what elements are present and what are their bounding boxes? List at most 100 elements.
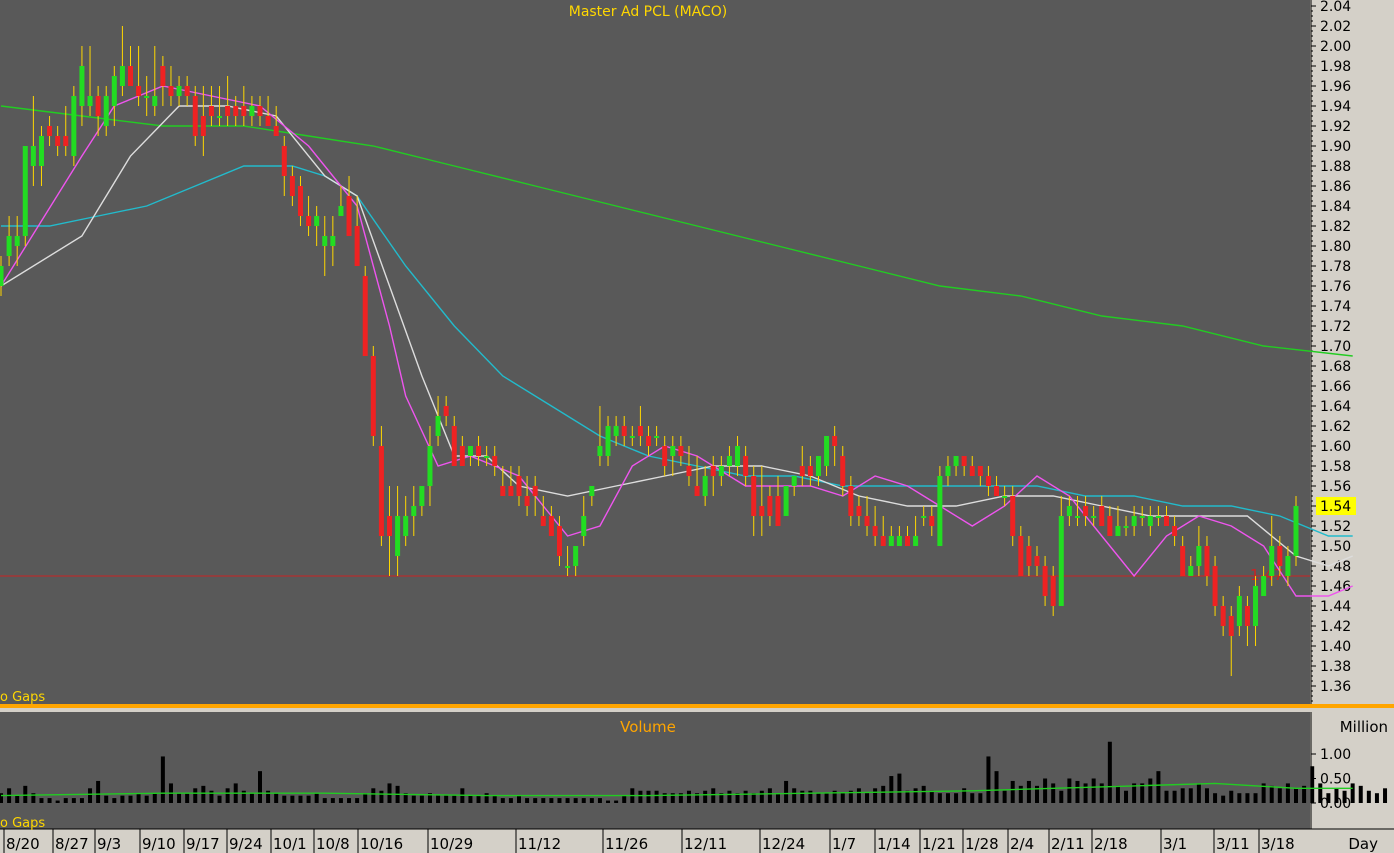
candle-body — [694, 486, 700, 496]
volume-bar — [104, 795, 109, 803]
volume-bar — [274, 793, 279, 803]
x-tick-label: 12/24 — [762, 835, 805, 853]
panel-divider[interactable] — [0, 704, 1394, 708]
volume-bar — [727, 790, 732, 803]
candle-body — [1042, 566, 1048, 596]
candle-body — [47, 126, 53, 136]
candle-body — [30, 146, 36, 166]
volume-bar — [589, 798, 594, 803]
volume-bar — [784, 780, 789, 803]
price-tick-label: 1.62 — [1320, 419, 1351, 435]
candle-body — [63, 136, 69, 146]
volume-bar — [55, 800, 60, 803]
candle-body — [913, 536, 919, 546]
volume-bar — [282, 795, 287, 803]
volume-bar — [614, 800, 619, 803]
candle-body — [289, 176, 295, 196]
candle-body — [14, 236, 20, 246]
candle-body — [1107, 516, 1113, 536]
candle[interactable] — [783, 486, 789, 516]
volume-bar — [452, 795, 457, 803]
candle-body — [257, 106, 263, 116]
candle-body — [856, 506, 862, 516]
candle-body — [686, 466, 692, 476]
volume-bar — [792, 788, 797, 803]
candle[interactable] — [71, 86, 77, 166]
x-tick-label: 11/12 — [518, 835, 561, 853]
volume-bar — [1326, 793, 1331, 803]
price-tick-label: 1.48 — [1320, 559, 1351, 575]
volume-bar — [1350, 783, 1355, 803]
candle-body — [1204, 546, 1210, 576]
candle-body — [702, 476, 708, 496]
x-tick-label: 1/14 — [877, 835, 911, 853]
price-tick-label: 1.94 — [1320, 99, 1351, 115]
price-tick-label: 1.72 — [1320, 319, 1351, 335]
candle-body — [621, 426, 627, 436]
candle-body — [241, 106, 247, 116]
candle[interactable] — [362, 266, 368, 356]
candle-body — [994, 486, 1000, 496]
volume-bar — [63, 798, 68, 803]
volume-bar — [1358, 785, 1363, 803]
candle-body — [516, 476, 522, 496]
candle-body — [55, 136, 61, 146]
price-tick-label: 1.44 — [1320, 599, 1351, 615]
candle-body — [767, 496, 773, 516]
volume-bar — [1294, 788, 1298, 803]
price-tick-label: 1.84 — [1320, 199, 1351, 215]
candlestick-chart[interactable]: 2.04 2.02 2.00 1.98 1.96 1.94 1.92 1.90 1.88 1.86… — [0, 0, 1394, 853]
volume-bar — [541, 798, 546, 803]
volume-bar — [1374, 793, 1379, 803]
candle-body — [225, 106, 231, 116]
volume-bar — [549, 798, 554, 803]
candle-body — [476, 446, 482, 456]
x-tick-label: 2/18 — [1094, 835, 1128, 853]
price-tick-label: 1.52 — [1320, 519, 1351, 535]
volume-bar — [1083, 783, 1088, 803]
volume-bar — [873, 788, 878, 803]
price-tick-label: 1.64 — [1320, 399, 1351, 415]
volume-bar — [152, 793, 157, 803]
candle-body — [848, 486, 854, 516]
volume-bar — [1002, 790, 1007, 803]
candle-body — [322, 236, 328, 246]
candle[interactable] — [1293, 496, 1299, 566]
candle-body — [103, 96, 109, 126]
volume-bar — [47, 798, 52, 803]
candle-body — [678, 446, 684, 456]
volume-bar — [856, 788, 861, 803]
volume-bar — [913, 788, 918, 803]
x-tick-label: 2/4 — [1010, 835, 1034, 853]
candle-body — [467, 446, 473, 456]
volume-bar — [1342, 790, 1347, 803]
candle[interactable] — [937, 466, 943, 546]
volume-bar — [201, 785, 206, 803]
price-tick-label: 1.80 — [1320, 239, 1351, 255]
candle-body — [807, 466, 813, 476]
x-tick-label: 8/20 — [6, 835, 40, 853]
volume-bar — [954, 793, 959, 803]
volume-gaps-label: o Gaps — [0, 816, 45, 831]
candle-body — [1172, 526, 1178, 536]
candle-body — [573, 546, 579, 566]
x-tick-label: 1/7 — [832, 835, 856, 853]
volume-bar — [1018, 785, 1023, 803]
candle-body — [735, 446, 741, 466]
volume-bar — [330, 798, 335, 803]
price-tick-label: 1.98 — [1320, 59, 1351, 75]
x-tick-label: 8/27 — [55, 835, 89, 853]
candle-body — [1083, 506, 1089, 516]
candle[interactable] — [370, 346, 376, 446]
candle-body — [969, 466, 975, 476]
candle-body — [233, 106, 239, 116]
candle[interactable] — [22, 146, 28, 246]
candle-body — [921, 516, 927, 518]
x-tick-label: 9/24 — [229, 835, 263, 853]
candle-body — [281, 146, 287, 176]
volume-bar — [120, 795, 125, 803]
candle-body — [1212, 566, 1218, 606]
candle-body — [338, 206, 344, 216]
volume-bar — [929, 790, 934, 803]
volume-bar — [800, 790, 805, 803]
